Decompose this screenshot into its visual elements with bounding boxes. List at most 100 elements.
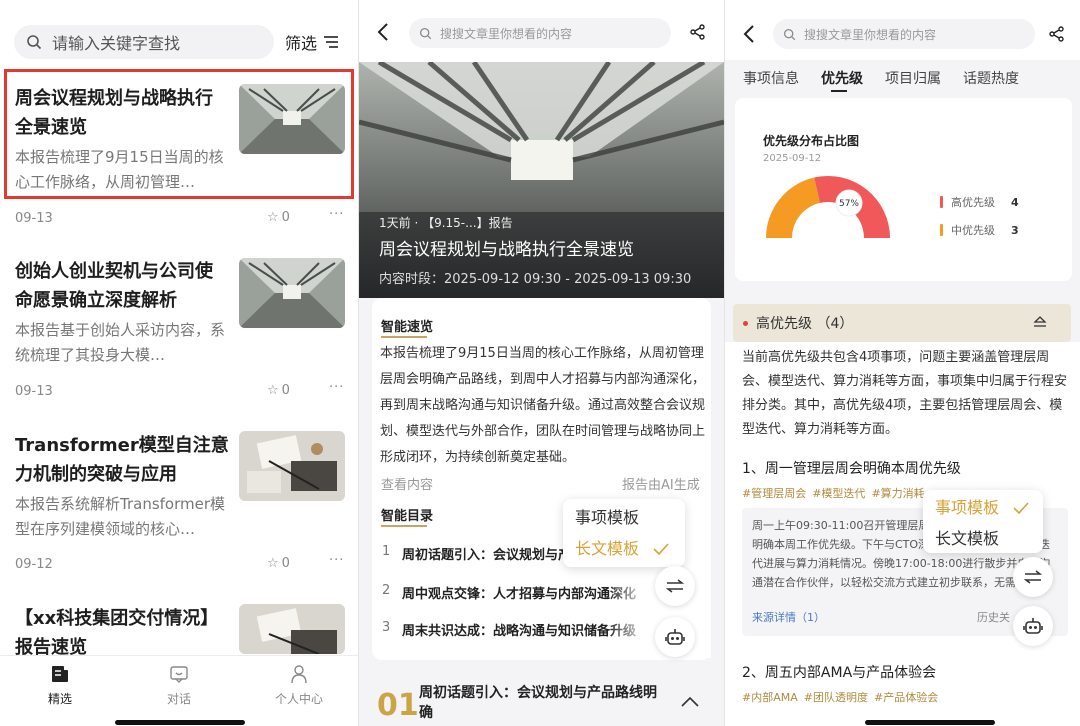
tab-label: 个人中心 [274, 692, 323, 706]
card-date: 09-12 [15, 557, 53, 572]
card-date: 09-13 [15, 384, 53, 399]
accordion-title: 高优先级 （4） [756, 316, 854, 332]
search-icon [419, 27, 432, 40]
status-dot [743, 320, 748, 326]
tag-list: #内部AMA #团队透明度 #产品体验会 [742, 689, 938, 705]
star-count: 0 [281, 556, 290, 571]
tag[interactable]: #产品体验会 [874, 689, 938, 705]
tab-label: 对话 [166, 692, 191, 706]
menu-label: 长文模板 [935, 529, 1000, 548]
share-icon[interactable] [1049, 26, 1065, 42]
robot-icon[interactable] [655, 617, 695, 657]
chevron-up-icon[interactable] [681, 697, 699, 707]
chart-date: 2025-09-12 [763, 153, 822, 164]
user-icon [259, 664, 339, 684]
tag[interactable]: #团队透明度 [804, 689, 868, 705]
collapse-icon[interactable] [1033, 316, 1047, 328]
more-icon[interactable]: ··· [329, 207, 344, 222]
report-detail-screen: 搜搜文章里你想看的内容 1天前 · 【9.15-...】报告 周会议程规划与战略… [359, 0, 724, 726]
bottom-tab-bar: 精选 对话 个人中心 [0, 655, 358, 726]
tag[interactable]: #管理层周会 [742, 485, 806, 501]
menu-item-item-template[interactable]: 事项模板 [923, 492, 1043, 523]
card-date: 09-13 [15, 211, 53, 226]
history-link[interactable]: 历史关 [977, 609, 1010, 625]
star-icon: ☆ [267, 383, 279, 398]
legend-swatch [940, 196, 943, 208]
home-indicator [865, 720, 995, 725]
priority-intro: 当前高优先级共包含4项事项，问题主要涵盖管理层周会、模型迭代、算力消耗等方面，事… [742, 350, 1068, 437]
star-icon: ☆ [267, 556, 279, 571]
menu-item-item-template[interactable]: 事项模板 [563, 502, 685, 533]
active-tab-indicator [831, 90, 847, 92]
template-menu: 事项模板 长文模板 [923, 490, 1043, 553]
toc-item[interactable]: 3 周末共识达成：战略沟通与知识储备升级 [382, 620, 636, 639]
toc-item[interactable]: 2 周中观点交锋：人才招募与内部沟通深化 [382, 583, 636, 602]
card-desc: 本报告基于创始人采访内容，系统梳理了其投身大模… [15, 321, 226, 364]
high-priority-accordion[interactable]: 高优先级 （4） [733, 304, 1071, 342]
summary-text: 本报告梳理了9月15日当周的核心工作脉络，从周初管理层周会明确产品路线，到周中人… [380, 346, 706, 465]
item-title: 1、周一管理层周会明确本周优先级 [742, 461, 961, 477]
toc-number: 2 [382, 583, 391, 598]
star-count: 0 [281, 210, 290, 225]
tag[interactable]: #模型迭代 [812, 485, 865, 501]
template-menu: 事项模板 长文模板 [563, 499, 685, 567]
tab-profile[interactable]: 个人中心 [259, 664, 339, 707]
tab-project[interactable]: 项目归属 [885, 68, 941, 88]
menu-item-longform-template[interactable]: 长文模板 [923, 523, 1043, 554]
ai-note: 报告由AI生成 [622, 478, 700, 493]
menu-item-longform-template[interactable]: 长文模板 [563, 533, 685, 564]
tab-item-info[interactable]: 事项信息 [743, 68, 799, 88]
check-icon [653, 542, 669, 555]
menu-label: 事项模板 [575, 508, 640, 527]
favorite-button[interactable]: ☆ 0 [267, 556, 290, 571]
card-thumbnail [239, 431, 345, 501]
menu-label: 事项模板 [935, 498, 1000, 517]
share-icon[interactable] [690, 24, 706, 40]
chart-title: 优先级分布占比图 [763, 134, 860, 148]
tag[interactable]: #算力消耗 [871, 485, 924, 501]
search-icon [26, 34, 42, 50]
hero-title: 周会议程规划与战略执行全景速览 [379, 240, 634, 260]
source-detail-link[interactable]: 来源详情（1） [752, 609, 825, 625]
search-placeholder: 搜搜文章里你想看的内容 [440, 26, 573, 41]
top-bar: 搜搜文章里你想看的内容 [359, 0, 724, 62]
chat-icon [139, 664, 219, 684]
tab-featured[interactable]: 精选 [20, 664, 100, 707]
percent-label: 57% [839, 199, 859, 209]
priority-screen: 搜搜文章里你想看的内容 事项信息 优先级 项目归属 话题热度 优先级分布占比图 … [725, 0, 1080, 726]
switch-icon[interactable] [1013, 557, 1053, 597]
search-input[interactable]: 搜搜文章里你想看的内容 [773, 19, 1035, 49]
hero-image: 1天前 · 【9.15-...】报告 周会议程规划与战略执行全景速览 内容时段：… [359, 62, 724, 298]
robot-icon[interactable] [1013, 606, 1053, 646]
priority-chart-card: 优先级分布占比图 2025-09-12 57% 高优先级 4 中优先级 3 [735, 98, 1072, 281]
switch-icon[interactable] [655, 566, 695, 606]
donut-chart: 57% [766, 176, 890, 238]
card-thumbnail [239, 604, 345, 654]
highlight-box [4, 69, 354, 199]
hero-meta: 1天前 · 【9.15-...】报告 [379, 216, 513, 230]
search-input[interactable]: 搜搜文章里你想看的内容 [409, 18, 671, 48]
card-thumbnail [239, 258, 345, 328]
tag[interactable]: #内部AMA [742, 689, 798, 705]
tab-priority[interactable]: 优先级 [821, 68, 863, 92]
card-title: 【xx科技集团交付情况】报告速览 [15, 608, 219, 658]
favorite-button[interactable]: ☆ 0 [267, 383, 290, 398]
tab-topic-heat[interactable]: 话题热度 [963, 68, 1019, 88]
search-input[interactable]: 请输入关键字查找 [14, 25, 274, 59]
more-icon[interactable]: ··· [329, 553, 344, 568]
featured-icon [20, 664, 100, 684]
filter-button[interactable]: 筛选 [285, 30, 339, 54]
toc-text: 周末共识达成：战略沟通与知识储备升级 [402, 624, 637, 639]
more-icon[interactable]: ··· [329, 380, 344, 395]
back-icon[interactable] [743, 24, 755, 44]
item-title: 2、周五内部AMA与产品体验会 [742, 665, 937, 681]
search-placeholder: 请输入关键字查找 [52, 34, 181, 53]
view-content-link[interactable]: 查看内容 [381, 474, 433, 493]
favorite-button[interactable]: ☆ 0 [267, 210, 290, 225]
back-icon[interactable] [377, 22, 389, 42]
tab-chat[interactable]: 对话 [139, 664, 219, 707]
star-icon: ☆ [267, 210, 279, 225]
hero-time: 内容时段：2025-09-12 09:30 - 2025-09-13 09:30 [379, 272, 692, 287]
star-count: 0 [281, 383, 290, 398]
tab-label: 优先级 [821, 71, 863, 87]
